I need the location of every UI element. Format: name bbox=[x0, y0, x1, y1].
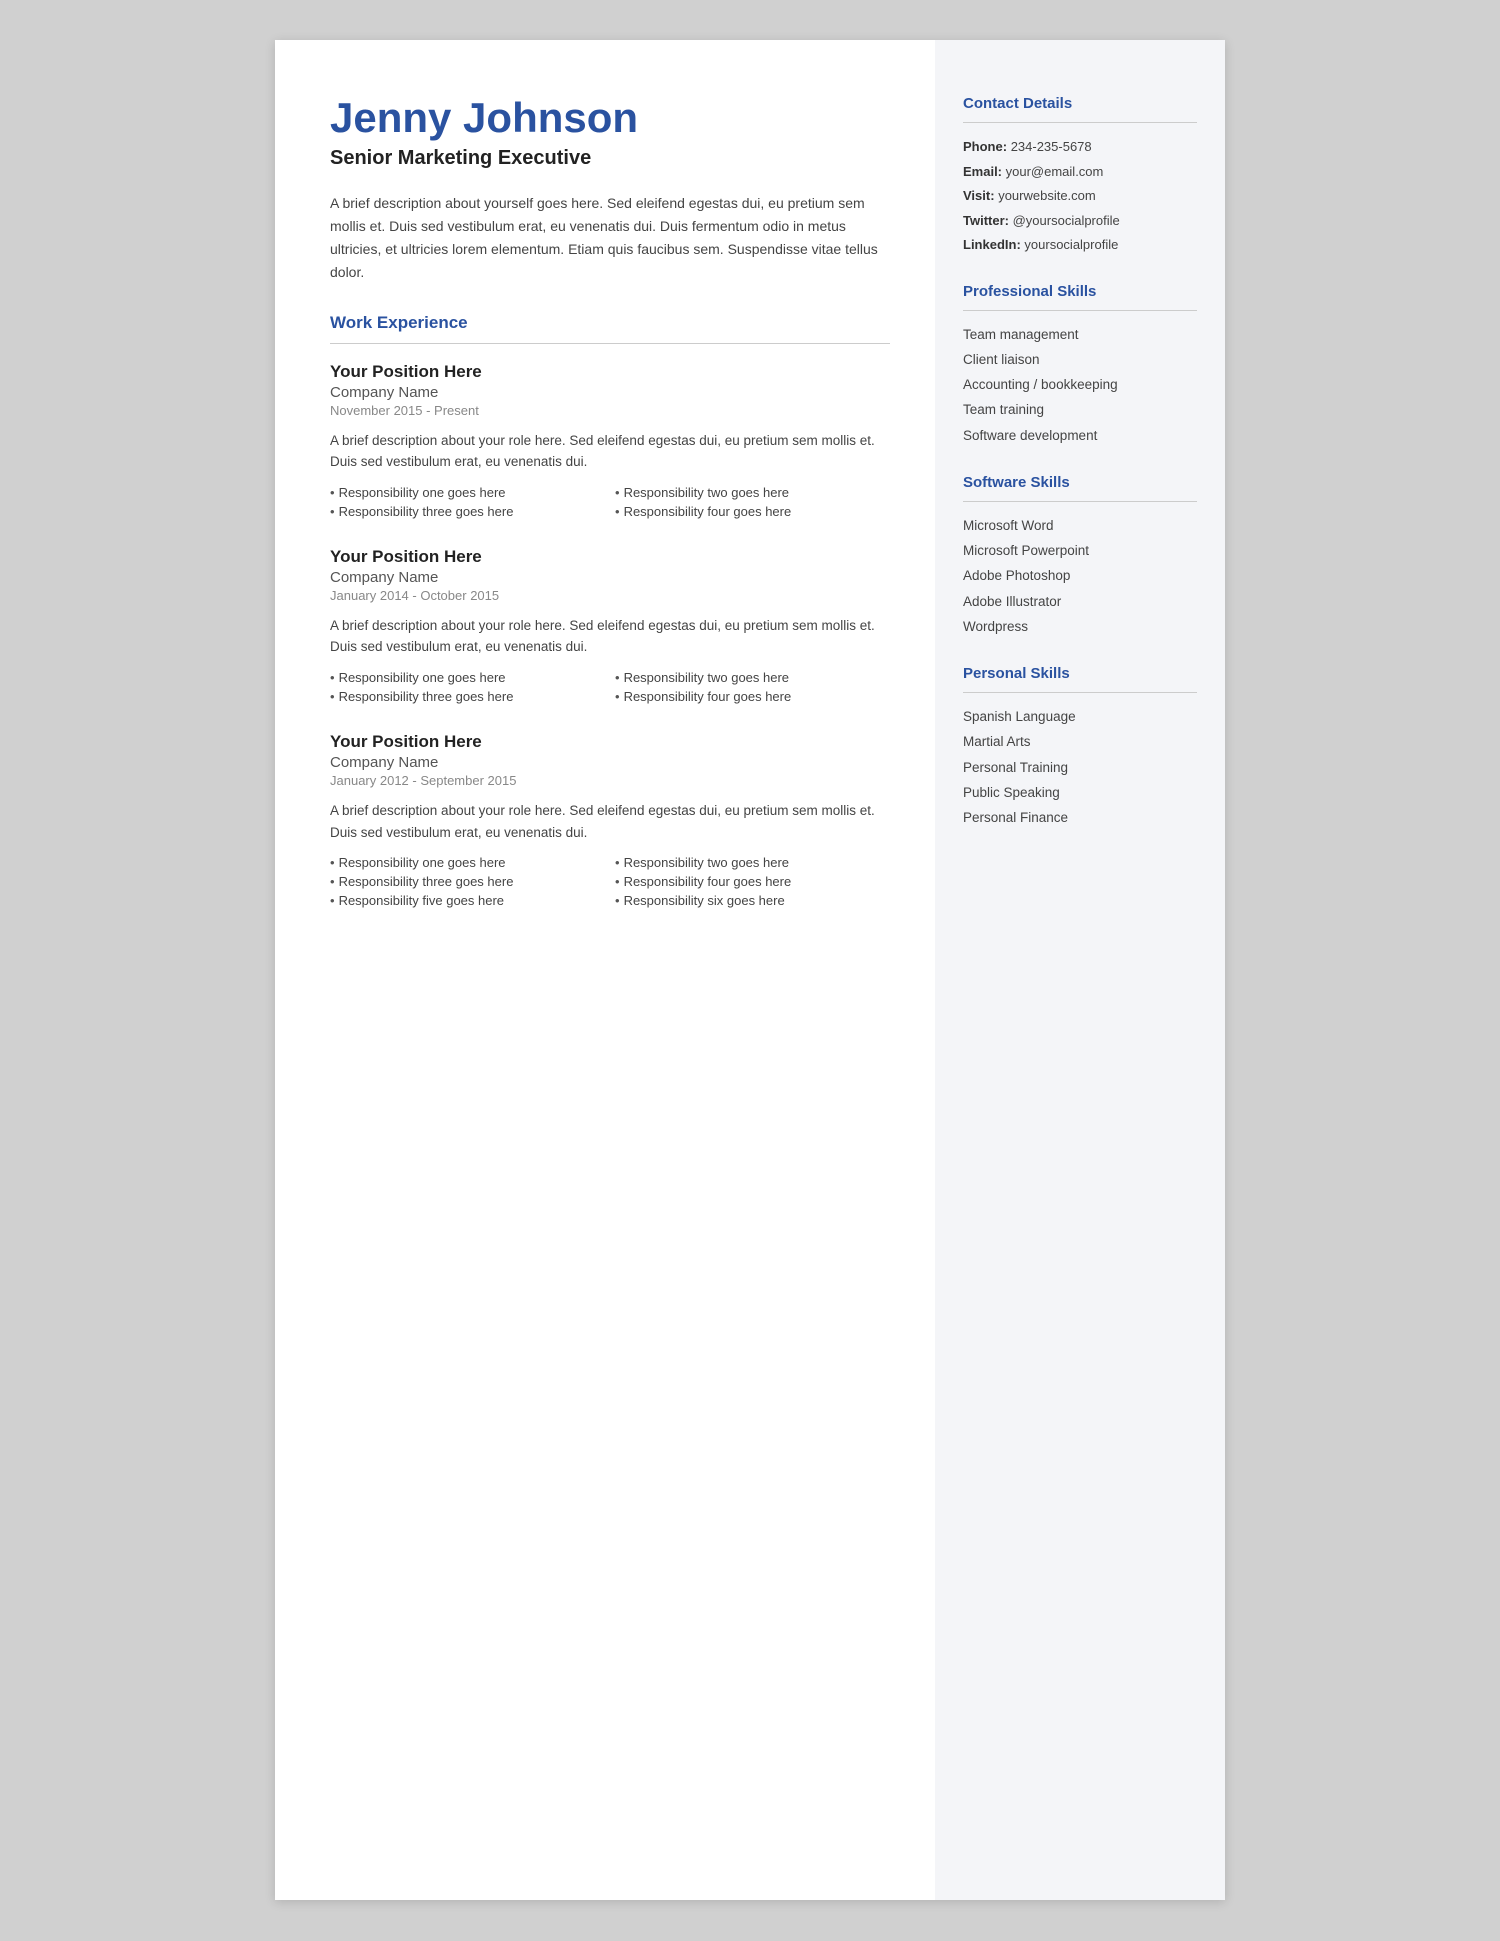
list-item: Responsibility four goes here bbox=[615, 874, 890, 889]
twitter-label: Twitter: bbox=[963, 213, 1009, 228]
contact-divider bbox=[963, 122, 1197, 123]
job-2-company: Company Name bbox=[330, 569, 890, 586]
right-column: Contact Details Phone: 234-235-5678 Emai… bbox=[935, 40, 1225, 1900]
email-item: Email: your@email.com bbox=[963, 162, 1197, 182]
contact-section: Contact Details Phone: 234-235-5678 Emai… bbox=[963, 95, 1197, 255]
list-item: Responsibility three goes here bbox=[330, 874, 605, 889]
email-label: Email: bbox=[963, 164, 1002, 179]
list-item: Microsoft Word bbox=[963, 516, 1197, 536]
email-value: your@email.com bbox=[1006, 164, 1104, 179]
list-item: Wordpress bbox=[963, 617, 1197, 637]
personal-skills-section: Personal Skills Spanish Language Martial… bbox=[963, 665, 1197, 828]
job-1-responsibilities: Responsibility one goes here Responsibil… bbox=[330, 485, 890, 519]
list-item: Personal Finance bbox=[963, 808, 1197, 828]
software-skills-divider bbox=[963, 501, 1197, 502]
job-block-2: Your Position Here Company Name January … bbox=[330, 547, 890, 704]
job-2-responsibilities: Responsibility one goes here Responsibil… bbox=[330, 670, 890, 704]
job-3-position: Your Position Here bbox=[330, 732, 890, 752]
list-item: Responsibility five goes here bbox=[330, 893, 605, 908]
phone-value: 234-235-5678 bbox=[1011, 139, 1092, 154]
personal-skills-heading: Personal Skills bbox=[963, 665, 1197, 682]
contact-details-heading: Contact Details bbox=[963, 95, 1197, 112]
list-item: Team training bbox=[963, 400, 1197, 420]
software-skills-heading: Software Skills bbox=[963, 474, 1197, 491]
twitter-value: @yoursocialprofile bbox=[1013, 213, 1120, 228]
list-item: Microsoft Powerpoint bbox=[963, 541, 1197, 561]
job-1-position: Your Position Here bbox=[330, 362, 890, 382]
job-block-1: Your Position Here Company Name November… bbox=[330, 362, 890, 519]
job-3-description: A brief description about your role here… bbox=[330, 800, 890, 843]
work-experience-heading: Work Experience bbox=[330, 313, 890, 333]
list-item: Personal Training bbox=[963, 758, 1197, 778]
list-item: Responsibility two goes here bbox=[615, 855, 890, 870]
visit-label: Visit: bbox=[963, 188, 995, 203]
phone-label: Phone: bbox=[963, 139, 1007, 154]
twitter-item: Twitter: @yoursocialprofile bbox=[963, 211, 1197, 231]
list-item: Responsibility two goes here bbox=[615, 485, 890, 500]
list-item: Software development bbox=[963, 426, 1197, 446]
linkedin-value: yoursocialprofile bbox=[1024, 237, 1118, 252]
candidate-name: Jenny Johnson bbox=[330, 95, 890, 141]
linkedin-label: LinkedIn: bbox=[963, 237, 1021, 252]
list-item: Accounting / bookkeeping bbox=[963, 375, 1197, 395]
job-3-company: Company Name bbox=[330, 754, 890, 771]
list-item: Public Speaking bbox=[963, 783, 1197, 803]
list-item: Responsibility one goes here bbox=[330, 485, 605, 500]
professional-skills-section: Professional Skills Team management Clie… bbox=[963, 283, 1197, 446]
list-item: Responsibility four goes here bbox=[615, 689, 890, 704]
list-item: Team management bbox=[963, 325, 1197, 345]
job-1-dates: November 2015 - Present bbox=[330, 403, 890, 418]
visit-value: yourwebsite.com bbox=[998, 188, 1096, 203]
job-2-position: Your Position Here bbox=[330, 547, 890, 567]
professional-skills-heading: Professional Skills bbox=[963, 283, 1197, 300]
left-column: Jenny Johnson Senior Marketing Executive… bbox=[275, 40, 935, 1900]
resume-page: Jenny Johnson Senior Marketing Executive… bbox=[275, 40, 1225, 1900]
list-item: Responsibility one goes here bbox=[330, 670, 605, 685]
work-experience-divider bbox=[330, 343, 890, 344]
bio-text: A brief description about yourself goes … bbox=[330, 192, 890, 284]
list-item: Responsibility four goes here bbox=[615, 504, 890, 519]
job-block-3: Your Position Here Company Name January … bbox=[330, 732, 890, 908]
software-skills-section: Software Skills Microsoft Word Microsoft… bbox=[963, 474, 1197, 637]
job-3-responsibilities: Responsibility one goes here Responsibil… bbox=[330, 855, 890, 908]
list-item: Adobe Illustrator bbox=[963, 592, 1197, 612]
list-item: Client liaison bbox=[963, 350, 1197, 370]
job-2-description: A brief description about your role here… bbox=[330, 615, 890, 658]
list-item: Responsibility three goes here bbox=[330, 689, 605, 704]
personal-skills-divider bbox=[963, 692, 1197, 693]
job-1-company: Company Name bbox=[330, 384, 890, 401]
list-item: Responsibility three goes here bbox=[330, 504, 605, 519]
visit-item: Visit: yourwebsite.com bbox=[963, 186, 1197, 206]
list-item: Responsibility two goes here bbox=[615, 670, 890, 685]
job-2-dates: January 2014 - October 2015 bbox=[330, 588, 890, 603]
candidate-title: Senior Marketing Executive bbox=[330, 147, 890, 170]
phone-item: Phone: 234-235-5678 bbox=[963, 137, 1197, 157]
list-item: Responsibility six goes here bbox=[615, 893, 890, 908]
list-item: Responsibility one goes here bbox=[330, 855, 605, 870]
list-item: Spanish Language bbox=[963, 707, 1197, 727]
list-item: Martial Arts bbox=[963, 732, 1197, 752]
linkedin-item: LinkedIn: yoursocialprofile bbox=[963, 235, 1197, 255]
job-3-dates: January 2012 - September 2015 bbox=[330, 773, 890, 788]
job-1-description: A brief description about your role here… bbox=[330, 430, 890, 473]
list-item: Adobe Photoshop bbox=[963, 566, 1197, 586]
professional-skills-divider bbox=[963, 310, 1197, 311]
